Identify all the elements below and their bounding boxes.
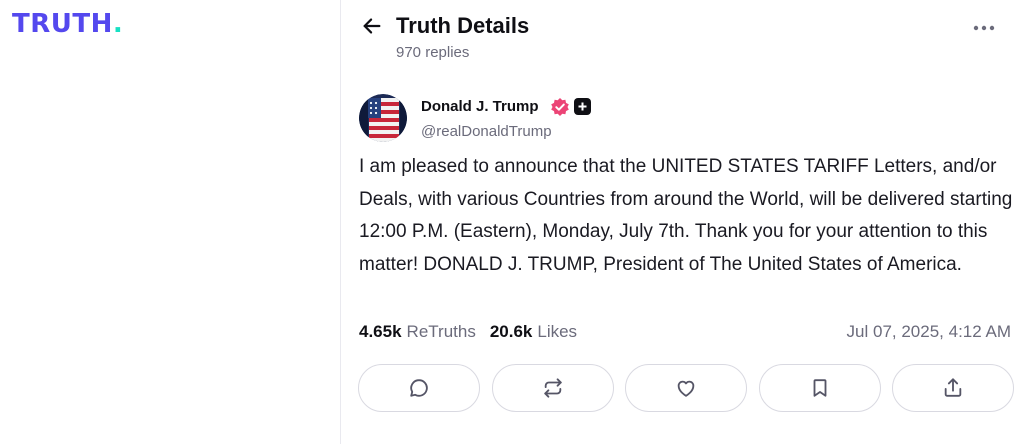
author-handle[interactable]: @realDonaldTrump: [421, 122, 552, 142]
retruths-label: ReTruths: [406, 322, 476, 341]
back-button[interactable]: [359, 13, 385, 39]
retruths-count: 4.65k: [359, 322, 402, 341]
like-button[interactable]: [625, 364, 747, 412]
arrow-left-icon: [363, 18, 381, 34]
post-detail-panel: Truth Details 970 replies Donald J. Trum…: [341, 0, 1024, 444]
retruth-button[interactable]: [491, 364, 614, 412]
post-stats: 4.65k ReTruths 20.6k Likes: [359, 320, 591, 344]
more-options-button[interactable]: [970, 20, 998, 36]
truth-logo[interactable]: TRUTH.: [12, 9, 123, 39]
bookmark-button[interactable]: [758, 364, 881, 412]
like-icon: [677, 380, 695, 397]
retruths-stat[interactable]: 4.65k ReTruths: [359, 320, 476, 344]
retruth-icon: [543, 378, 562, 398]
more-horizontal-icon: [973, 25, 995, 31]
reply-icon: [410, 379, 428, 397]
page: TRUTH. Truth Details 970 replies Donald …: [0, 0, 1024, 444]
action-bar: [358, 364, 1014, 414]
share-icon: [944, 378, 962, 397]
plus-badge-icon: [574, 98, 591, 115]
share-button[interactable]: [892, 364, 1014, 412]
bookmark-icon: [813, 379, 826, 397]
avatar[interactable]: [359, 94, 407, 142]
author-name[interactable]: Donald J. Trump: [421, 97, 539, 117]
reply-button[interactable]: [358, 364, 480, 412]
replies-count: 970 replies: [396, 44, 470, 61]
avatar-image: [359, 94, 407, 142]
likes-stat[interactable]: 20.6k Likes: [490, 320, 577, 344]
left-sidebar: TRUTH.: [0, 0, 341, 444]
page-title: Truth Details: [396, 13, 530, 38]
likes-count: 20.6k: [489, 322, 533, 341]
verified-badge-icon: [550, 97, 570, 117]
likes-label: Likes: [537, 322, 578, 341]
post-timestamp: Jul 07, 2025, 4:12 AM: [846, 322, 1011, 341]
post-body: I am pleased to announce that the UNITED…: [359, 156, 1013, 275]
